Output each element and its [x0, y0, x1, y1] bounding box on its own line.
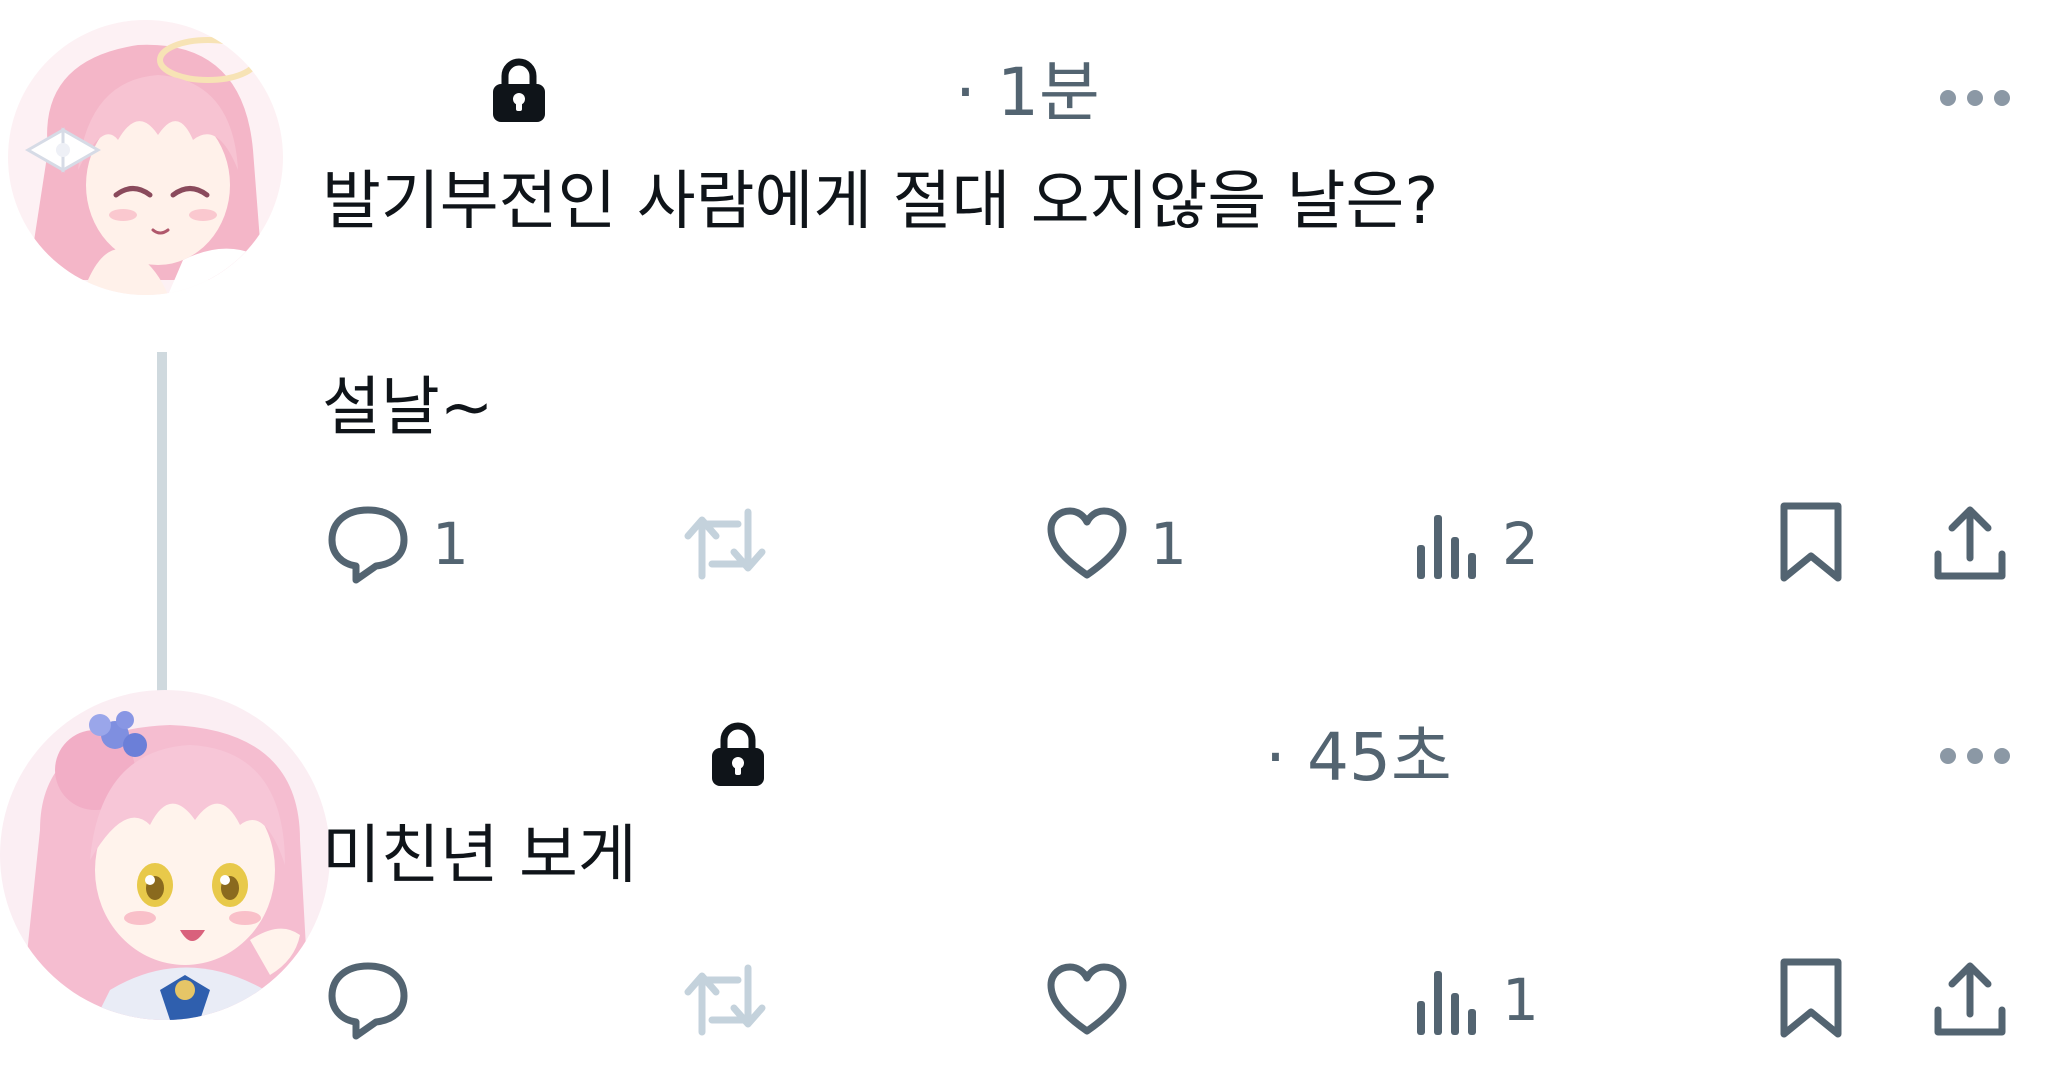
share-icon	[1934, 962, 2006, 1036]
lock-icon	[712, 722, 764, 786]
reply-button[interactable]: 1	[326, 502, 469, 586]
share-icon	[1934, 506, 2006, 580]
more-options-icon[interactable]	[1938, 746, 2012, 766]
heart-icon	[1047, 963, 1127, 1035]
views-chart-icon	[1417, 971, 1476, 1035]
retweet-button[interactable]	[680, 502, 792, 586]
bookmark-icon	[1780, 958, 1842, 1038]
reply-count: 1	[432, 510, 469, 578]
tweet-text: 설날~	[322, 371, 494, 445]
views-count: 1	[1502, 966, 1539, 1034]
like-button[interactable]: 1	[1046, 502, 1187, 586]
retweet-button[interactable]	[680, 958, 792, 1042]
avatar[interactable]	[8, 20, 283, 295]
heart-icon	[1047, 507, 1127, 579]
like-button[interactable]	[1046, 958, 1150, 1042]
reply-button[interactable]	[326, 958, 432, 1042]
views-chart-icon	[1417, 515, 1476, 579]
more-options-icon[interactable]	[1938, 88, 2012, 108]
bookmark-button[interactable]	[1776, 500, 1846, 584]
reply-thread: · 1분 발기부전인 사람에게 절대 오지않을 날은? 설날~ 1 1 2 · …	[0, 0, 2048, 1088]
bookmark-button[interactable]	[1776, 956, 1846, 1040]
share-button[interactable]	[1932, 956, 2008, 1040]
thread-connector-line	[157, 352, 167, 692]
retweet-icon	[684, 964, 766, 1036]
views-button[interactable]: 2	[1414, 502, 1539, 586]
tweet-text: 미친년 보게	[322, 819, 637, 893]
tweet-text: 발기부전인 사람에게 절대 오지않을 날은?	[322, 165, 1439, 239]
reply-icon	[328, 506, 408, 584]
reply-icon	[328, 962, 408, 1040]
views-button[interactable]: 1	[1414, 958, 1539, 1042]
retweet-icon	[684, 508, 766, 580]
timestamp[interactable]: · 45초	[1265, 725, 1452, 791]
lock-icon	[493, 58, 545, 122]
views-count: 2	[1502, 510, 1539, 578]
avatar[interactable]	[0, 690, 330, 1020]
share-button[interactable]	[1932, 500, 2008, 584]
timestamp[interactable]: · 1분	[955, 60, 1100, 126]
bookmark-icon	[1780, 502, 1842, 582]
like-count: 1	[1150, 510, 1187, 578]
